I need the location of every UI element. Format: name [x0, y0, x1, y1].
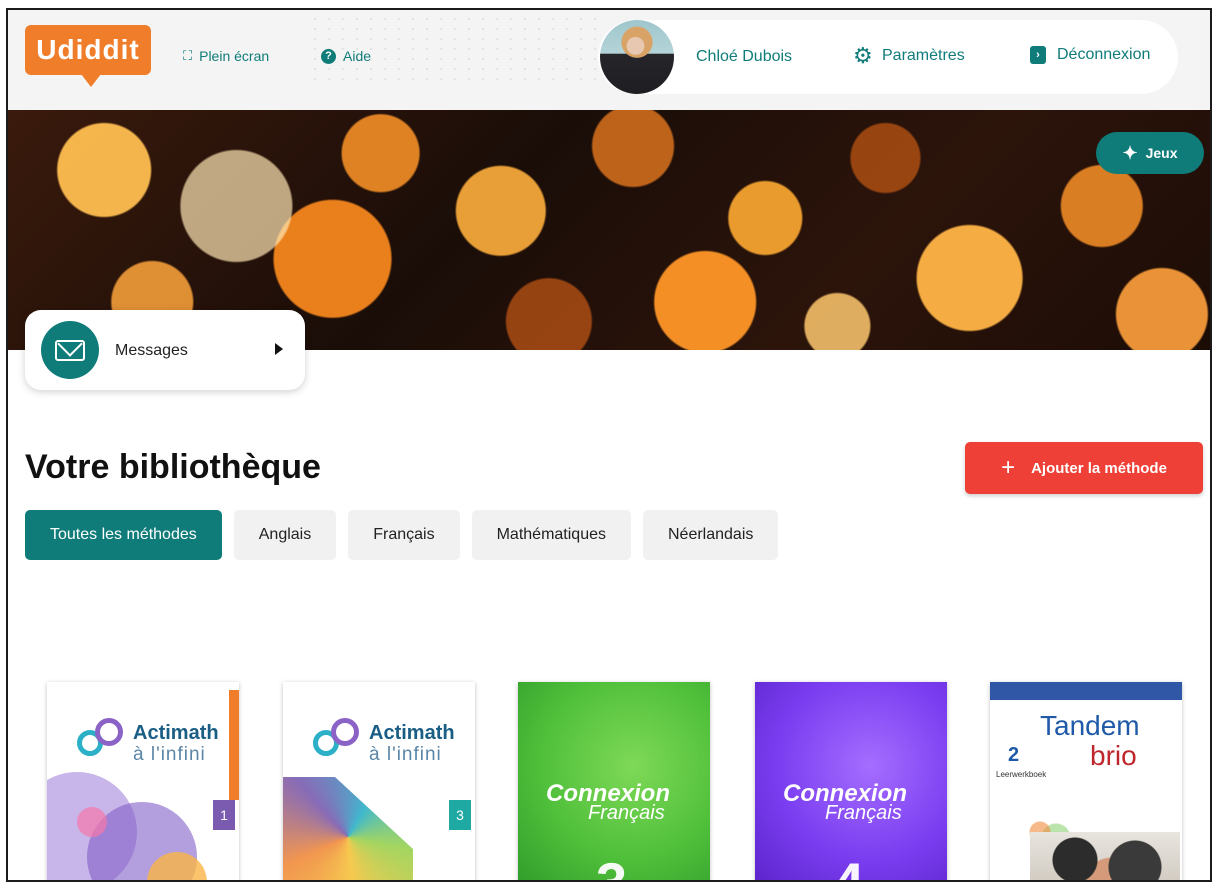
book-card[interactable]: Connexion Français 4 — [755, 682, 947, 880]
settings-button[interactable]: ⚙ Paramètres — [853, 43, 965, 68]
book-subtitle: brio — [1090, 740, 1137, 771]
book-title: Actimath — [369, 722, 455, 744]
app-window: Udiddit ⛶ Plein écran ? Aide Chloé Duboi… — [6, 8, 1212, 882]
filter-english[interactable]: Anglais — [233, 510, 337, 560]
games-button[interactable]: ✦ Jeux — [1096, 132, 1204, 174]
book-card[interactable]: Actimath à l'infini 1 — [47, 682, 239, 880]
book-title: Tandem — [1040, 710, 1140, 741]
book-number: 3 — [596, 850, 627, 880]
book-subtitle: à l'infini — [133, 744, 206, 765]
filter-tabs: Toutes les méthodes Anglais Français Mat… — [25, 510, 779, 560]
avatar[interactable] — [600, 20, 674, 94]
logout-icon: › — [1030, 46, 1046, 64]
book-number: 1 — [213, 800, 235, 830]
help-button[interactable]: ? Aide — [321, 48, 371, 64]
expand-arrow-icon[interactable] — [275, 343, 283, 355]
book-title: Actimath — [133, 722, 219, 744]
book-strip — [990, 682, 1182, 700]
top-bar: Udiddit ⛶ Plein écran ? Aide Chloé Duboi… — [8, 10, 1210, 110]
logout-button[interactable]: › Déconnexion — [1030, 46, 1150, 64]
logout-label: Déconnexion — [1057, 46, 1151, 63]
filter-dutch[interactable]: Néerlandais — [642, 510, 779, 560]
messages-card[interactable]: Messages — [25, 310, 305, 390]
help-label: Aide — [343, 48, 372, 64]
filter-math[interactable]: Mathématiques — [471, 510, 631, 560]
book-cover-art — [77, 807, 107, 837]
book-card[interactable]: Actimath à l'infini 3 — [283, 682, 475, 880]
book-number: 2 — [1008, 744, 1020, 766]
book-number: 4 — [833, 850, 864, 880]
add-method-button[interactable]: + Ajouter la méthode — [965, 442, 1203, 494]
book-cover-art — [283, 777, 413, 880]
help-icon: ? — [321, 48, 336, 64]
filter-all-methods[interactable]: Toutes les méthodes — [25, 510, 222, 560]
book-number: 3 — [449, 800, 471, 830]
add-method-label: Ajouter la méthode — [1031, 459, 1167, 477]
book-subtitle: Français — [588, 802, 665, 824]
book-subtitle: à l'infini — [369, 744, 442, 765]
messages-label: Messages — [115, 342, 188, 359]
filter-french[interactable]: Français — [348, 510, 460, 560]
envelope-icon — [55, 339, 85, 361]
book-cover-photo — [1030, 832, 1180, 880]
book-caption: Leerwerkboek — [996, 770, 1047, 779]
fullscreen-button[interactable]: ⛶ Plein écran — [183, 48, 269, 64]
puzzle-icon: ✦ — [1122, 142, 1138, 163]
fullscreen-label: Plein écran — [199, 48, 270, 64]
book-subtitle: Français — [825, 802, 902, 824]
fullscreen-icon: ⛶ — [183, 48, 193, 63]
message-icon-circle — [41, 321, 99, 379]
infinity-logo-icon — [313, 718, 361, 760]
user-name[interactable]: Chloé Dubois — [696, 48, 792, 66]
games-label: Jeux — [1145, 145, 1178, 161]
book-card[interactable]: Tandem brio 2 Leerwerkboek — [990, 682, 1182, 880]
udiddit-logo[interactable]: Udiddit — [25, 25, 151, 87]
book-strip — [229, 690, 239, 800]
settings-label: Paramètres — [882, 47, 965, 64]
infinity-logo-icon — [77, 718, 125, 760]
plus-icon: + — [1001, 454, 1016, 481]
book-card[interactable]: Connexion Français 3 — [518, 682, 710, 880]
gear-icon: ⚙ — [853, 43, 873, 68]
page-title: Votre bibliothèque — [25, 448, 321, 486]
